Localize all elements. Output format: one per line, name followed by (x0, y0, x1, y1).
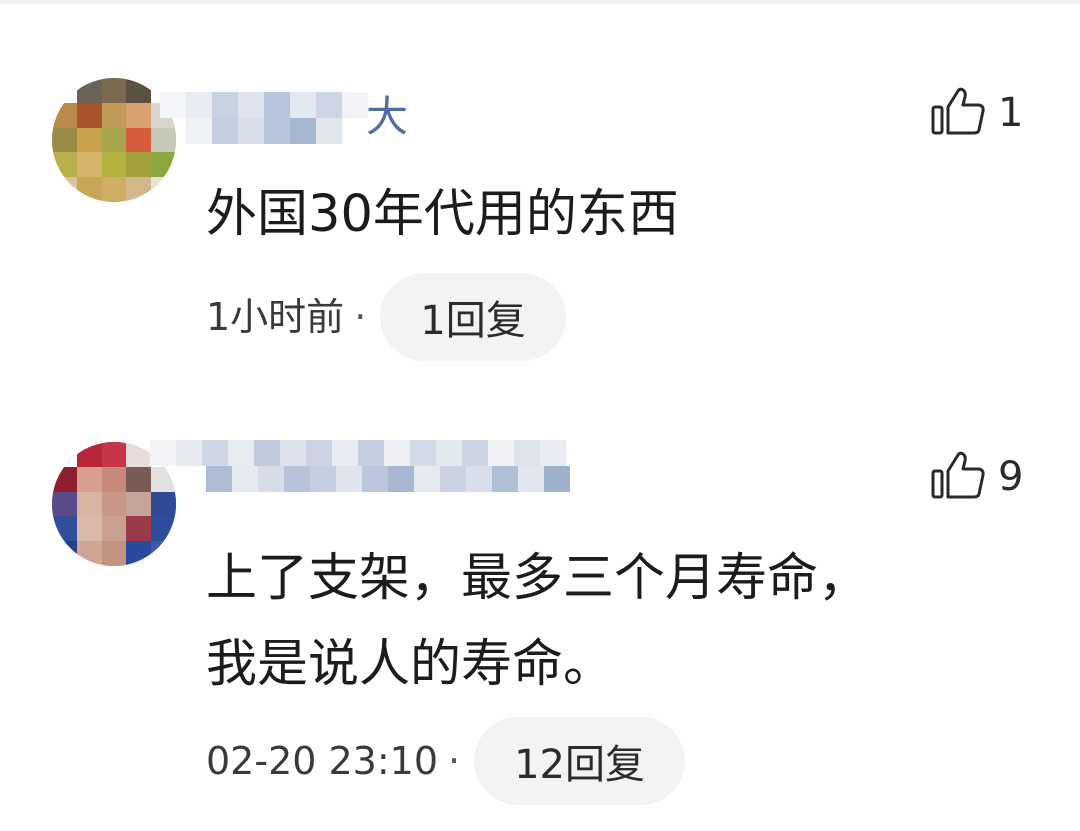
comment-time: 1小时前 (206, 295, 345, 339)
username[interactable]: 大 (366, 92, 408, 142)
comment-item-2: 9 上了支架，最多三个月寿命， 我是说人的寿命。 02-20 23:10 · 1… (0, 380, 1080, 831)
username-blurred-lower (186, 118, 342, 144)
meta-separator: · (354, 295, 367, 339)
comments-page: 大 1 外国30年代用的东西 1小时前 · 1回复 9 上了支架，最多三个月寿命… (0, 0, 1080, 831)
username-blurred (150, 440, 566, 466)
comment-time: 02-20 23:10 (206, 739, 439, 783)
thumbs-up-outline-icon (930, 450, 986, 504)
username-blurred-lower (206, 466, 570, 492)
comment-text: 外国30年代用的东西 (206, 185, 679, 244)
thumbs-up-outline-icon (930, 86, 986, 140)
like-button[interactable]: 9 (930, 450, 1023, 504)
like-button[interactable]: 1 (930, 86, 1023, 140)
meta-separator: · (448, 739, 461, 783)
avatar[interactable] (52, 78, 176, 202)
username-blurred (160, 92, 368, 118)
comment-meta: 1小时前 · 1回复 (206, 272, 566, 362)
reply-button[interactable]: 12回复 (474, 717, 686, 805)
avatar-mosaic (52, 78, 176, 202)
like-count: 1 (998, 90, 1024, 136)
comment-meta: 02-20 23:10 · 12回复 (206, 716, 686, 806)
comment-item-1: 大 1 外国30年代用的东西 1小时前 · 1回复 (0, 0, 1080, 380)
reply-button[interactable]: 1回复 (380, 273, 566, 361)
comment-text: 上了支架，最多三个月寿命， 我是说人的寿命。 (206, 549, 870, 694)
like-count: 9 (998, 454, 1024, 500)
